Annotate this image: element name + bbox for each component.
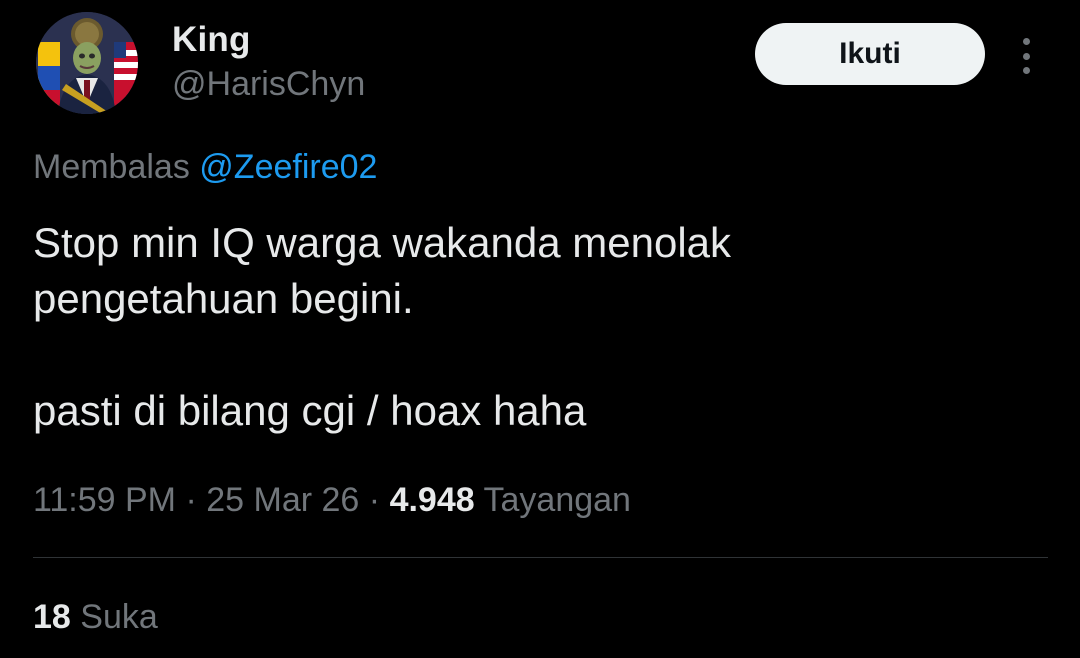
- avatar-image: [36, 12, 138, 114]
- tweet-line: Stop min IQ warga wakanda menolak: [33, 219, 732, 266]
- views-count[interactable]: 4.948: [390, 481, 475, 519]
- mention-link[interactable]: @Zeefire02: [199, 148, 377, 186]
- tweet-line: pasti di bilang cgi / hoax haha: [33, 387, 587, 434]
- avatar[interactable]: [36, 12, 138, 114]
- replying-to-label: Membalas: [33, 148, 190, 186]
- tweet-line: pengetahuan begini.: [33, 275, 414, 322]
- meta-separator: ·: [185, 481, 197, 519]
- tweet-time[interactable]: 11:59 PM: [33, 481, 176, 519]
- tweet-metadata: 11:59 PM · 25 Mar 26 · 4.948 Tayangan: [33, 481, 631, 520]
- likes-stat[interactable]: 18 Suka: [33, 598, 158, 637]
- likes-label: Suka: [80, 598, 158, 636]
- author-name[interactable]: King: [172, 20, 251, 60]
- more-dot: [1022, 38, 1030, 45]
- likes-count: 18: [33, 598, 71, 636]
- meta-separator: ·: [368, 481, 381, 519]
- tweet-date[interactable]: 25 Mar 26: [206, 481, 359, 519]
- follow-button[interactable]: Ikuti: [755, 23, 985, 85]
- divider: [33, 557, 1048, 558]
- more-dot: [1022, 52, 1030, 60]
- tweet-text: Stop min IQ warga wakanda menolak penget…: [33, 215, 1033, 439]
- more-dot: [1022, 67, 1030, 74]
- more-options-icon[interactable]: [1006, 36, 1046, 76]
- views-label[interactable]: Tayangan: [484, 481, 631, 519]
- author-handle[interactable]: @HarisChyn: [172, 65, 365, 104]
- replying-to: Membalas @Zeefire02: [33, 148, 377, 187]
